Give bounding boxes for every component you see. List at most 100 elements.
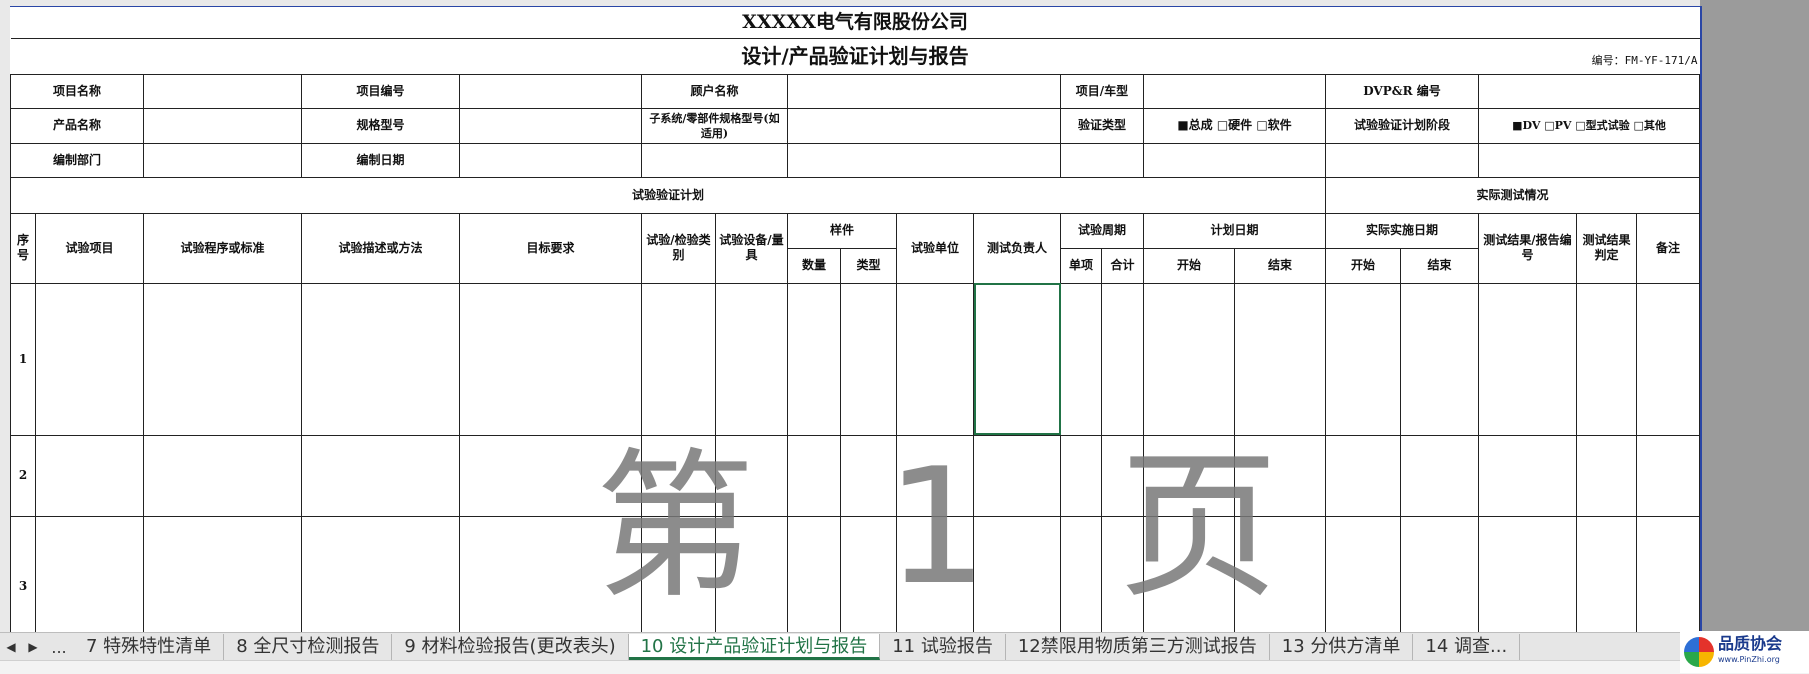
cell[interactable] — [143, 282, 302, 436]
more-sheets-button[interactable]: ... — [44, 638, 74, 657]
cell[interactable] — [1234, 434, 1326, 517]
cell[interactable] — [641, 282, 716, 436]
cell[interactable] — [301, 434, 460, 517]
verif-type-value[interactable]: ■总成 □硬件 □软件 — [1143, 107, 1326, 144]
cell[interactable] — [1143, 282, 1235, 436]
col-cycle: 试验周期 — [1060, 212, 1144, 249]
project-name-value[interactable] — [143, 73, 302, 109]
col-single: 单项 — [1060, 247, 1102, 284]
blank-cell[interactable] — [1478, 142, 1700, 178]
cell[interactable] — [35, 515, 144, 633]
blank-cell[interactable] — [1325, 142, 1479, 178]
subsystem-value[interactable] — [787, 107, 1061, 144]
cell[interactable] — [1325, 282, 1401, 436]
cell[interactable] — [1576, 434, 1637, 517]
product-name-value[interactable] — [143, 107, 302, 144]
cell[interactable] — [840, 515, 897, 633]
row-seq: 1 — [10, 282, 36, 436]
cell[interactable] — [1576, 515, 1637, 633]
cell[interactable] — [1325, 434, 1401, 517]
blank-cell[interactable] — [641, 142, 788, 178]
vehicle-value[interactable] — [1143, 73, 1326, 109]
cell[interactable] — [1478, 515, 1577, 633]
cell[interactable] — [1234, 282, 1326, 436]
cell[interactable] — [35, 434, 144, 517]
dvp-value[interactable] — [1478, 73, 1700, 109]
cell[interactable] — [1060, 434, 1102, 517]
cell[interactable] — [459, 282, 642, 436]
cell[interactable] — [896, 515, 974, 633]
plan-section-header: 试验验证计划 — [10, 176, 1326, 214]
selected-cell[interactable] — [973, 282, 1061, 436]
cell[interactable] — [787, 434, 841, 517]
worksheet[interactable]: XXXXX电气有限股份公司 设计/产品验证计划与报告 编号：FM-YF-171/A… — [10, 6, 1702, 633]
cell[interactable] — [1636, 282, 1700, 436]
sheet-tab[interactable]: 7 特殊特性清单 — [74, 634, 225, 660]
col-category: 试验/检验类别 — [641, 212, 716, 284]
cell[interactable] — [1060, 515, 1102, 633]
cell[interactable] — [1478, 282, 1577, 436]
cell[interactable] — [715, 434, 788, 517]
cell[interactable] — [1143, 434, 1235, 517]
sheet-tab[interactable]: 8 全尺寸检测报告 — [224, 634, 393, 660]
cell[interactable] — [973, 515, 1061, 633]
cell[interactable] — [35, 282, 144, 436]
sheet-tab[interactable]: 12禁限用物质第三方测试报告 — [1006, 634, 1270, 660]
logo-icon — [1684, 637, 1714, 667]
cell[interactable] — [787, 282, 841, 436]
cell[interactable] — [1400, 282, 1479, 436]
blank-cell[interactable] — [787, 142, 1061, 178]
cell[interactable] — [896, 434, 974, 517]
cell[interactable] — [1576, 282, 1637, 436]
cell[interactable] — [715, 282, 788, 436]
cell[interactable] — [641, 434, 716, 517]
sheet-tab[interactable]: 14 调查... — [1413, 634, 1521, 660]
cell[interactable] — [1400, 515, 1479, 633]
sheet-tab[interactable]: 11 试验报告 — [880, 634, 1006, 660]
sheet-tab-active[interactable]: 10 设计产品验证计划与报告 — [628, 634, 881, 660]
cell[interactable] — [301, 515, 460, 633]
cell[interactable] — [896, 282, 974, 436]
cell[interactable] — [973, 434, 1061, 517]
cell[interactable] — [787, 515, 841, 633]
cell[interactable] — [301, 282, 460, 436]
date-value[interactable] — [459, 142, 642, 178]
sheet-tab[interactable]: 13 分供方清单 — [1270, 634, 1414, 660]
cell[interactable] — [459, 515, 642, 633]
table-row: 3 — [10, 515, 1700, 633]
cell[interactable] — [1325, 515, 1401, 633]
cell[interactable] — [1101, 282, 1144, 436]
dept-value[interactable] — [143, 142, 302, 178]
cell[interactable] — [143, 515, 302, 633]
cell[interactable] — [1400, 434, 1479, 517]
cell[interactable] — [1101, 434, 1144, 517]
col-item: 试验项目 — [35, 212, 144, 284]
cell[interactable] — [840, 282, 897, 436]
col-end: 结束 — [1234, 247, 1326, 284]
cell[interactable] — [1636, 515, 1700, 633]
cell[interactable] — [1060, 282, 1102, 436]
customer-value[interactable] — [787, 73, 1061, 109]
cell[interactable] — [1478, 434, 1577, 517]
sheet-tab[interactable]: 9 材料检验报告(更改表头) — [392, 634, 629, 660]
cell[interactable] — [1234, 515, 1326, 633]
spec-value[interactable] — [459, 107, 642, 144]
customer-label: 顾户名称 — [641, 73, 788, 109]
cell[interactable] — [1101, 515, 1144, 633]
project-no-value[interactable] — [459, 73, 642, 109]
stage-value[interactable]: ■DV □PV □型式试验 □其他 — [1478, 107, 1700, 144]
cell[interactable] — [641, 515, 716, 633]
cell[interactable] — [715, 515, 788, 633]
next-sheet-icon[interactable]: ▶ — [22, 640, 44, 654]
row-seq: 2 — [10, 434, 36, 517]
cell[interactable] — [459, 434, 642, 517]
cell[interactable] — [1636, 434, 1700, 517]
blank-cell[interactable] — [1060, 142, 1144, 178]
blank-cell[interactable] — [1143, 142, 1326, 178]
logo-name: 品质协会 — [1718, 634, 1783, 653]
col-seq: 序号 — [10, 212, 36, 284]
cell[interactable] — [1143, 515, 1235, 633]
prev-sheet-icon[interactable]: ◀ — [0, 640, 22, 654]
cell[interactable] — [143, 434, 302, 517]
cell[interactable] — [840, 434, 897, 517]
